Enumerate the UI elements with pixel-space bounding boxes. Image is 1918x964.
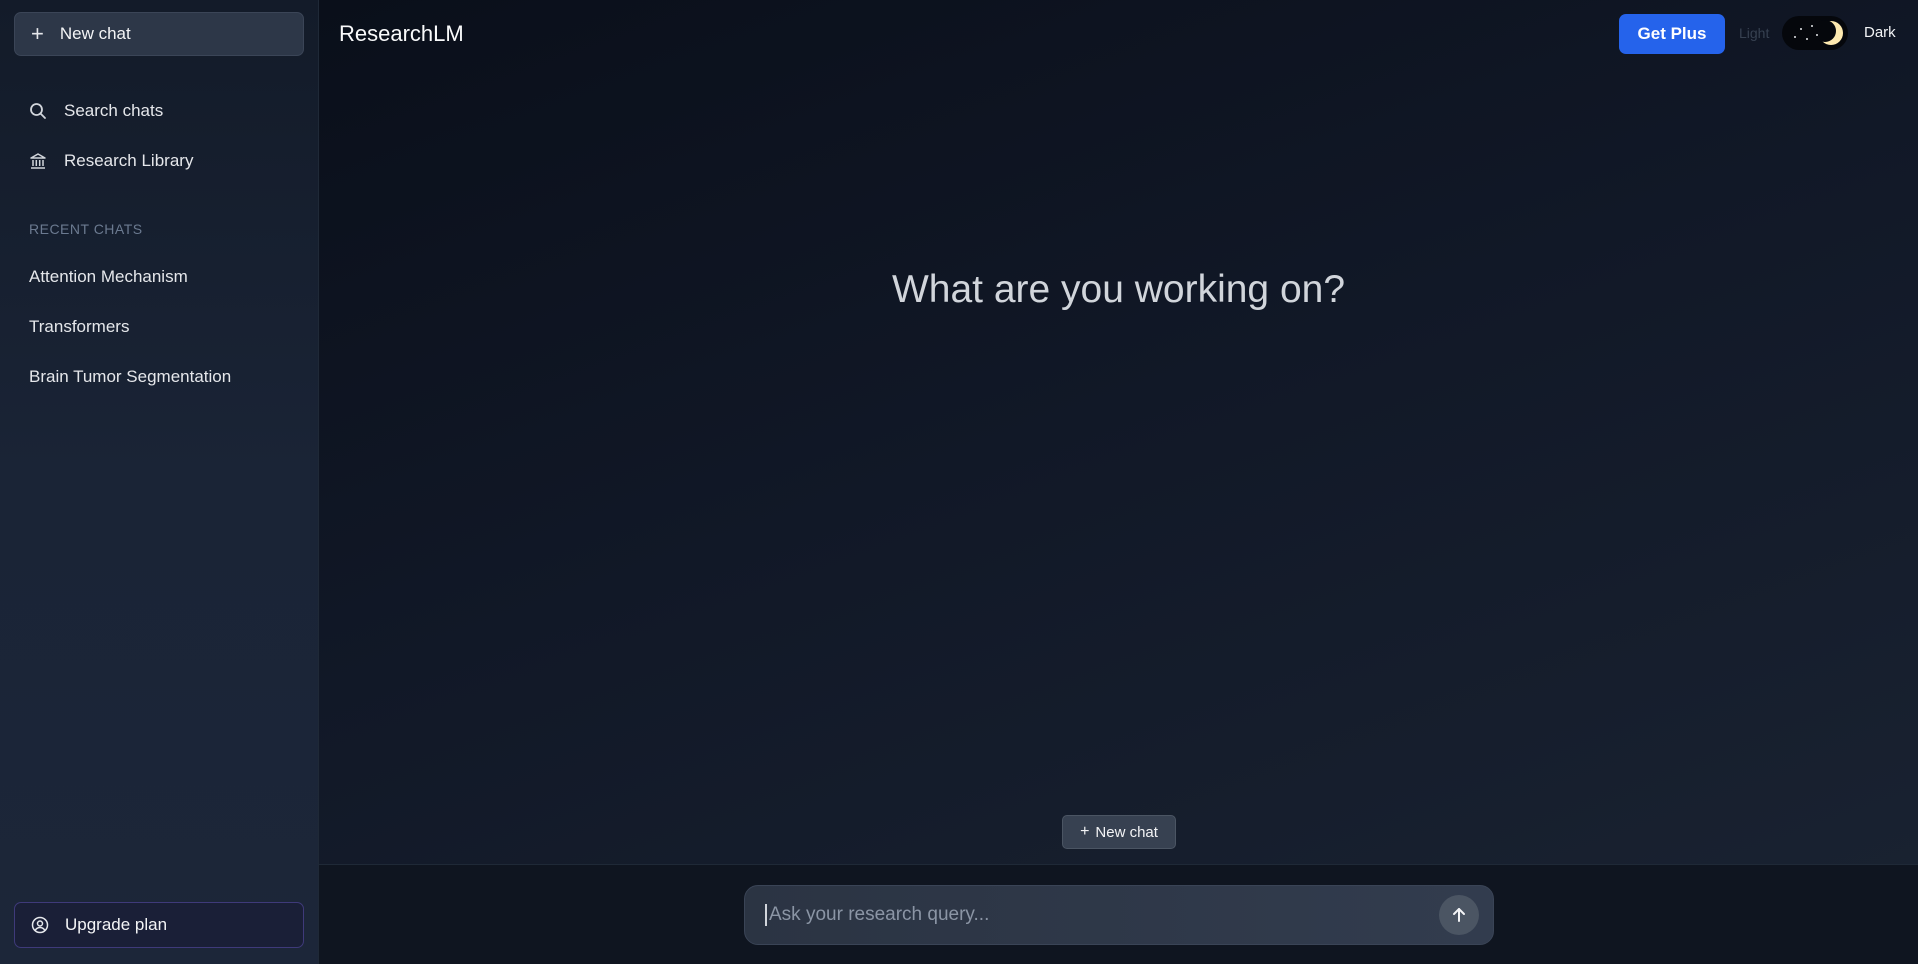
star-icon xyxy=(1800,28,1802,30)
sidebar-item-label: Research Library xyxy=(64,151,194,170)
sidebar: + New chat Search chats Research Library… xyxy=(0,0,319,964)
sidebar-new-chat-button[interactable]: + New chat xyxy=(14,12,304,56)
star-icon xyxy=(1811,25,1813,27)
sidebar-new-chat-label: New chat xyxy=(59,24,131,43)
upgrade-plan-button[interactable]: Upgrade plan xyxy=(14,902,304,948)
recent-chat-item[interactable]: Brain Tumor Segmentation xyxy=(29,367,231,387)
get-plus-button[interactable]: Get Plus xyxy=(1619,14,1725,54)
recent-chat-item[interactable]: Attention Mechanism xyxy=(29,267,188,287)
new-chat-button[interactable]: + New chat xyxy=(1062,815,1176,849)
new-chat-label: New chat xyxy=(1095,823,1158,841)
plus-icon: + xyxy=(1080,823,1090,840)
send-button[interactable] xyxy=(1439,895,1479,935)
library-icon xyxy=(29,152,47,170)
theme-light-label: Light xyxy=(1739,25,1770,41)
plus-icon: + xyxy=(31,21,44,46)
user-circle-icon xyxy=(31,916,49,934)
composer-area xyxy=(319,865,1918,964)
sidebar-item-search-chats[interactable]: Search chats xyxy=(29,101,163,121)
theme-dark-label: Dark xyxy=(1864,24,1896,41)
query-box xyxy=(744,885,1494,945)
search-icon xyxy=(29,102,47,120)
main-panel: ResearchLM Get Plus Light Dark What are … xyxy=(319,0,1918,964)
app-root: + New chat Search chats Research Library… xyxy=(0,0,1918,964)
upgrade-plan-label: Upgrade plan xyxy=(65,915,168,934)
recent-chats-header: RECENT CHATS xyxy=(29,221,143,237)
sidebar-item-label: Search chats xyxy=(64,101,164,120)
star-icon xyxy=(1794,36,1796,38)
theme-toggle[interactable] xyxy=(1782,16,1848,50)
page-headline: What are you working on? xyxy=(891,268,1346,311)
recent-chat-item[interactable]: Transformers xyxy=(29,317,129,337)
arrow-up-icon xyxy=(1453,908,1465,922)
star-icon xyxy=(1806,38,1808,40)
sidebar-item-research-library[interactable]: Research Library xyxy=(29,151,193,171)
moon-icon xyxy=(1818,20,1843,45)
research-query-input[interactable] xyxy=(765,904,1429,926)
app-title: ResearchLM xyxy=(339,21,464,46)
